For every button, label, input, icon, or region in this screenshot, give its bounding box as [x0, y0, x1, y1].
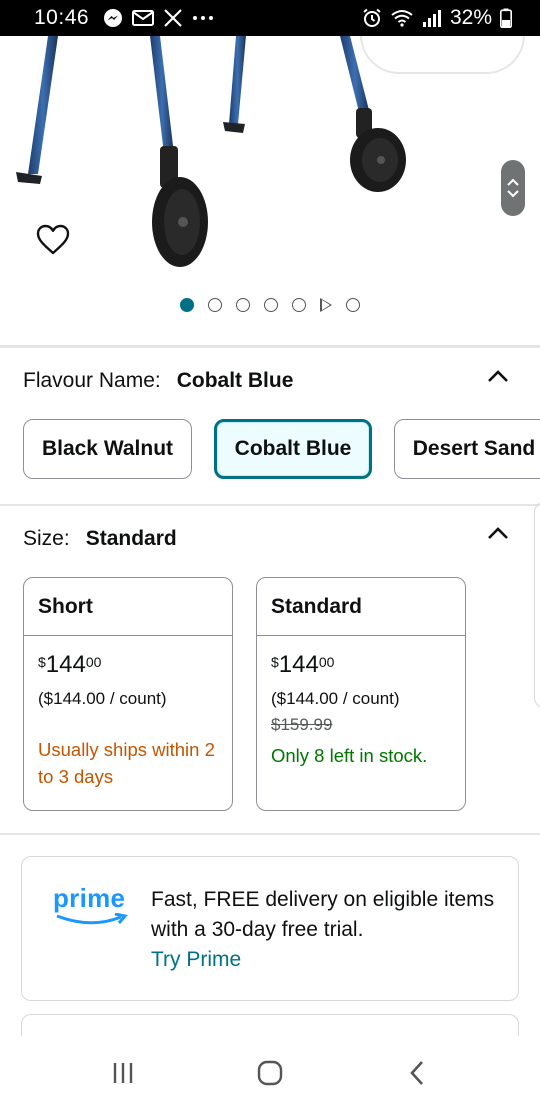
image-scroll-control[interactable] — [501, 160, 525, 216]
status-time: 10:46 — [34, 6, 90, 29]
gallery-dot[interactable] — [264, 298, 278, 312]
flavour-option-black-walnut[interactable]: Black Walnut — [23, 419, 192, 479]
gallery-dot[interactable] — [346, 298, 360, 312]
mail-icon — [132, 10, 155, 26]
chevron-down-icon — [507, 190, 519, 198]
size-option-list-price: $159.99 — [271, 715, 333, 734]
heart-icon — [36, 224, 70, 255]
prime-logo: prime — [53, 883, 126, 913]
size-option-availability: Usually ships within 2 to 3 days — [38, 739, 215, 787]
size-selected-value: Standard — [85, 527, 177, 550]
product-image — [16, 36, 406, 267]
battery-percent: 32% — [449, 6, 492, 29]
divider — [0, 504, 540, 506]
size-option-price: $144 00 — [38, 651, 102, 678]
size-option-name: Short — [24, 578, 232, 636]
size-option-unit-price: ($144.00 / count) — [38, 689, 167, 708]
more-icon — [193, 16, 214, 20]
video-play-icon[interactable] — [320, 298, 332, 312]
gallery-dot[interactable] — [292, 298, 306, 312]
x-icon — [164, 9, 182, 27]
size-option-short[interactable]: Short $144 00 ($144.00 / count) Usually s… — [23, 577, 233, 811]
home-icon — [257, 1060, 283, 1086]
signal-icon — [422, 10, 441, 27]
system-navigation-bar — [0, 1036, 540, 1110]
alarm-icon — [363, 8, 381, 27]
system-icons: 32% — [362, 6, 512, 30]
flavour-option-cobalt-blue[interactable]: Cobalt Blue — [214, 419, 372, 479]
recent-apps-icon — [114, 1063, 133, 1083]
recent-apps-button[interactable] — [103, 1053, 143, 1093]
back-button[interactable] — [397, 1053, 437, 1093]
prime-promo-card: prime Fast, FREE delivery on eligible it… — [21, 856, 519, 1001]
size-header: Size: Standard — [23, 527, 177, 551]
gallery-dot[interactable] — [208, 298, 222, 312]
flavour-options: Black Walnut Cobalt Blue Desert Sand — [23, 419, 540, 479]
collapse-flavour-chevron-up-icon[interactable] — [486, 364, 510, 388]
next-card-peek — [534, 502, 540, 708]
wifi-icon — [391, 10, 413, 27]
flavour-option-desert-sand[interactable]: Desert Sand — [394, 419, 540, 479]
home-button[interactable] — [250, 1053, 290, 1093]
size-label: Size: — [23, 527, 70, 550]
flavour-label: Flavour Name: — [23, 369, 161, 392]
flavour-header: Flavour Name: Cobalt Blue — [23, 369, 293, 393]
flavour-selected-value: Cobalt Blue — [176, 369, 294, 392]
size-option-unit-price: ($144.00 / count) — [271, 689, 400, 708]
prime-description: Fast, FREE delivery on eligible items wi… — [151, 888, 495, 941]
notification-icons — [103, 8, 214, 28]
divider — [0, 833, 540, 835]
back-icon — [409, 1061, 423, 1085]
add-to-wishlist-button[interactable] — [36, 224, 72, 260]
battery-icon — [500, 8, 512, 28]
divider — [0, 345, 540, 348]
size-option-name: Standard — [257, 578, 465, 636]
size-option-availability: Only 8 left in stock. — [271, 745, 428, 766]
status-bar: 10:46 32% — [0, 0, 540, 36]
gallery-dot[interactable] — [236, 298, 250, 312]
gallery-pagination — [0, 298, 540, 312]
gallery-dot-active[interactable] — [180, 298, 194, 312]
prime-promo-text: Fast, FREE delivery on eligible items wi… — [151, 885, 501, 975]
chevron-up-icon — [507, 178, 519, 186]
collapse-size-chevron-up-icon[interactable] — [486, 521, 510, 545]
messenger-icon — [104, 9, 123, 27]
size-option-price: $144 00 — [271, 651, 335, 678]
product-image-gallery[interactable] — [0, 36, 540, 346]
size-option-standard[interactable]: Standard $144 00 ($144.00 / count) $159.9… — [256, 577, 466, 811]
try-prime-link[interactable]: Try Prime — [151, 945, 501, 975]
prime-smile-icon — [56, 913, 128, 925]
